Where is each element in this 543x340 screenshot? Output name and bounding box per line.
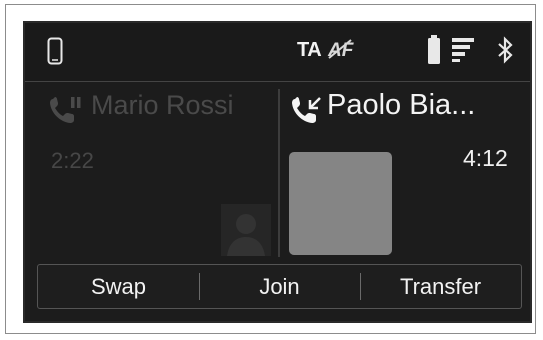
call-action-bar: Swap Join Transfer [37,264,522,309]
display-frame: TA AF Mario Rossi 2:22 Paolo Bia... 4:12… [5,4,536,334]
af-disabled-strike-icon [328,39,352,59]
join-button[interactable]: Join [199,265,360,308]
person-silhouette-icon [227,214,265,256]
battery-icon [428,35,440,64]
active-call-duration: 4:12 [463,145,508,171]
held-caller-name: Mario Rossi [91,90,234,120]
swap-button[interactable]: Swap [38,265,199,308]
call-on-hold-icon [50,97,81,123]
active-caller-avatar [289,152,392,255]
smartphone-icon[interactable] [47,37,63,65]
held-caller-avatar [221,204,271,256]
held-call-panel[interactable]: Mario Rossi 2:22 [25,82,277,259]
infotainment-screen: TA AF Mario Rossi 2:22 Paolo Bia... 4:12… [23,21,532,323]
transfer-button[interactable]: Transfer [360,265,521,308]
traffic-announcement-label: TA [297,39,322,61]
signal-strength-icon [452,38,474,62]
call-divider [278,89,280,257]
bluetooth-icon [498,36,513,64]
active-call-icon [292,97,321,123]
active-call-panel[interactable]: Paolo Bia... 4:12 [281,82,530,259]
active-caller-name: Paolo Bia... [327,89,476,121]
status-bar: TA AF [25,23,530,82]
held-call-duration: 2:22 [51,148,94,173]
